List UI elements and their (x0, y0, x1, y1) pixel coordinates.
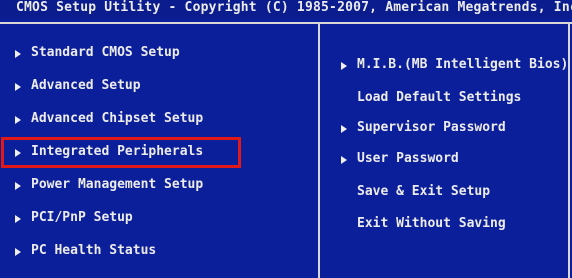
submenu-arrow-icon (341, 62, 347, 70)
submenu-arrow-icon (15, 50, 21, 58)
submenu-arrow-icon (15, 248, 21, 256)
menu-item-label: Integrated Peripherals (31, 144, 204, 159)
submenu-arrow-icon (341, 156, 347, 164)
submenu-arrow-icon (341, 125, 347, 133)
menu-item-label: Power Management Setup (31, 177, 204, 192)
menu-item-label: PCI/PnP Setup (31, 210, 133, 225)
menu-item-label: PC Health Status (31, 243, 157, 258)
column-divider (318, 22, 320, 278)
title-bar: CMOS Setup Utility - Copyright (C) 1985-… (0, 0, 572, 19)
submenu-arrow-icon (15, 149, 21, 157)
menu-item-label: Supervisor Password (357, 120, 506, 135)
menu-item-label: Standard CMOS Setup (31, 45, 180, 60)
menu-item-label: M.I.B.(MB Intelligent Bios) (357, 57, 569, 72)
submenu-arrow-icon (15, 215, 21, 223)
menu-item-label: User Password (357, 151, 459, 166)
top-border (0, 22, 572, 24)
menu-item-label: Advanced Setup (31, 78, 141, 93)
menu-item-label: Exit Without Saving (357, 216, 506, 231)
menu-item-label: Advanced Chipset Setup (31, 111, 204, 126)
menu-item-label: Save & Exit Setup (357, 184, 491, 199)
bios-screen: CMOS Setup Utility - Copyright (C) 1985-… (0, 0, 572, 278)
submenu-arrow-icon (15, 116, 21, 124)
submenu-arrow-icon (15, 83, 21, 91)
bios-title: CMOS Setup Utility - Copyright (C) 1985-… (16, 0, 572, 15)
menu-item-label: Load Default Settings (357, 90, 522, 105)
submenu-arrow-icon (15, 182, 21, 190)
